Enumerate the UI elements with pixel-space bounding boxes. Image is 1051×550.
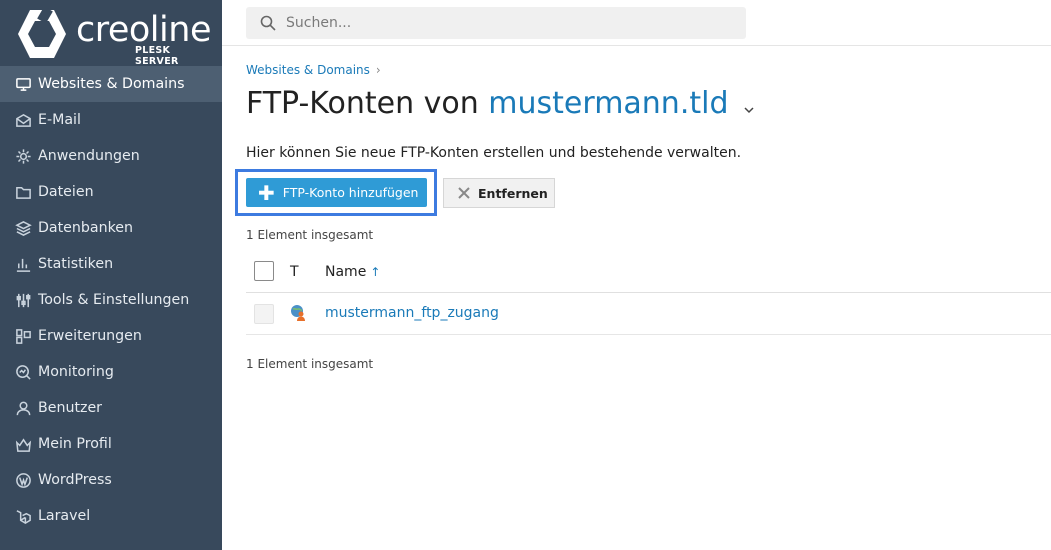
sidebar-item-datenbanken[interactable]: Datenbanken bbox=[0, 210, 222, 246]
sidebar-item-label: E-Mail bbox=[38, 112, 81, 128]
search-input[interactable] bbox=[286, 7, 726, 39]
page-description: Hier können Sie neue FTP-Konten erstelle… bbox=[246, 145, 742, 161]
sidebar-item-label: Websites & Domains bbox=[38, 76, 185, 92]
brand-logo[interactable]: creoline PLESK SERVER bbox=[16, 8, 216, 67]
plus-icon: ✚ bbox=[258, 180, 275, 205]
brand-name: creoline bbox=[76, 10, 211, 50]
ftp-user-icon bbox=[291, 305, 305, 321]
sidebar-item-websites-domains[interactable]: Websites & Domains bbox=[0, 66, 222, 102]
table-row: mustermann_ftp_zugang bbox=[246, 293, 1051, 335]
sidebar: creoline PLESK SERVER Websites & Domains… bbox=[0, 0, 222, 550]
search-box[interactable] bbox=[246, 7, 746, 39]
user-icon bbox=[14, 399, 32, 417]
ftp-account-link[interactable]: mustermann_ftp_zugang bbox=[325, 305, 499, 321]
page-title: FTP-Konten von mustermann.tld bbox=[246, 86, 754, 122]
add-ftp-account-button[interactable]: ✚ FTP-Konto hinzufügen bbox=[246, 178, 427, 207]
sidebar-item-label: Tools & Einstellungen bbox=[38, 292, 190, 308]
sidebar-item-tools-einstellungen[interactable]: Tools & Einstellungen bbox=[0, 282, 222, 318]
profile-icon bbox=[14, 435, 32, 453]
sidebar-item-label: Erweiterungen bbox=[38, 328, 142, 344]
folder-icon bbox=[14, 183, 32, 201]
sidebar-item-erweiterungen[interactable]: Erweiterungen bbox=[0, 318, 222, 354]
column-header-type[interactable]: T bbox=[290, 264, 299, 280]
breadcrumb-separator: › bbox=[375, 63, 381, 77]
sidebar-item-statistiken[interactable]: Statistiken bbox=[0, 246, 222, 282]
monitor-icon bbox=[14, 75, 32, 93]
sidebar-item-laravel[interactable]: Laravel bbox=[0, 498, 222, 534]
remove-button-label: Entfernen bbox=[478, 185, 548, 201]
sidebar-item-monitoring[interactable]: Monitoring bbox=[0, 354, 222, 390]
page-title-prefix: FTP-Konten von bbox=[246, 86, 479, 121]
add-button-label: FTP-Konto hinzufügen bbox=[282, 185, 419, 200]
breadcrumb-link-websites-domains[interactable]: Websites & Domains bbox=[246, 63, 370, 77]
sidebar-item-label: Dateien bbox=[38, 184, 94, 200]
extensions-icon bbox=[14, 327, 32, 345]
brand-subtitle: PLESK SERVER bbox=[135, 45, 179, 67]
sidebar-item-label: Laravel bbox=[38, 508, 91, 524]
gear-icon bbox=[14, 147, 32, 165]
monitoring-icon bbox=[14, 363, 32, 381]
item-count-top: 1 Element insgesamt bbox=[246, 228, 374, 242]
sidebar-item-label: Statistiken bbox=[38, 256, 114, 272]
sidebar-item-wordpress[interactable]: WordPress bbox=[0, 462, 222, 498]
sidebar-item-label: Monitoring bbox=[38, 364, 114, 380]
domain-switcher[interactable]: mustermann.tld bbox=[488, 86, 728, 121]
sidebar-item-label: Datenbanken bbox=[38, 220, 134, 236]
breadcrumb: Websites & Domains › bbox=[246, 63, 381, 77]
search-icon bbox=[260, 15, 276, 31]
sidebar-item-dateien[interactable]: Dateien bbox=[0, 174, 222, 210]
sliders-icon bbox=[14, 291, 32, 309]
sidebar-item-label: WordPress bbox=[38, 472, 112, 488]
top-bar bbox=[222, 0, 1051, 46]
column-header-name-label: Name bbox=[325, 264, 367, 280]
remove-button[interactable]: Entfernen bbox=[443, 178, 555, 208]
sidebar-item-email[interactable]: E-Mail bbox=[0, 102, 222, 138]
row-checkbox[interactable] bbox=[254, 304, 274, 324]
sidebar-item-label: Anwendungen bbox=[38, 148, 140, 164]
sidebar-item-label: Mein Profil bbox=[38, 436, 112, 452]
sidebar-nav: Websites & Domains E-Mail Anwendungen Da… bbox=[0, 66, 222, 534]
chevron-down-icon[interactable] bbox=[744, 87, 754, 122]
sort-ascending-icon: ↑ bbox=[370, 265, 381, 279]
table-header: T Name ↑ bbox=[246, 252, 1051, 293]
sidebar-item-benutzer[interactable]: Benutzer bbox=[0, 390, 222, 426]
database-icon bbox=[14, 219, 32, 237]
bar-chart-icon bbox=[14, 255, 32, 273]
creoline-logo-icon bbox=[18, 8, 66, 58]
sidebar-item-mein-profil[interactable]: Mein Profil bbox=[0, 426, 222, 462]
sidebar-item-anwendungen[interactable]: Anwendungen bbox=[0, 138, 222, 174]
sidebar-item-label: Benutzer bbox=[38, 400, 103, 416]
mail-icon bbox=[14, 111, 32, 129]
laravel-icon bbox=[14, 507, 32, 525]
column-header-name[interactable]: Name ↑ bbox=[325, 264, 380, 280]
select-all-checkbox[interactable] bbox=[254, 261, 274, 281]
remove-icon bbox=[458, 187, 470, 199]
item-count-bottom: 1 Element insgesamt bbox=[246, 357, 374, 371]
wordpress-icon bbox=[14, 471, 32, 489]
